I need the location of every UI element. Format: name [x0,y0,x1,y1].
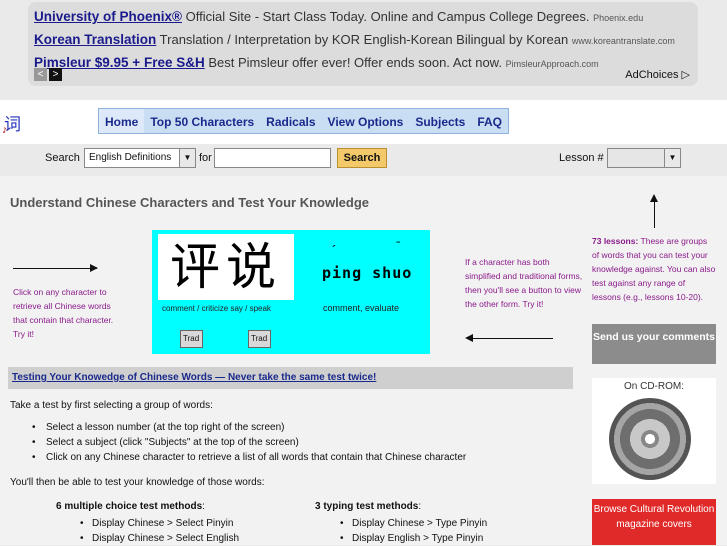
example-word-panel: 评说 ´ ˉ ping shuo comment / criticize say… [152,230,430,354]
search-input[interactable] [214,148,331,168]
ad-description: Translation / Interpretation by KOR Engl… [159,32,569,47]
adchoices-link[interactable]: AdChoices ▷ [625,68,690,81]
arrow-right-icon [13,268,97,269]
list-item: Click on any Chinese character to retrie… [30,450,466,465]
main-nav: Home Top 50 Characters Radicals View Opt… [98,108,510,134]
list-item: Display Chinese > Type Pinyin [338,516,487,531]
list-item: Display Chinese > Select Pinyin [78,516,239,531]
traditional-button-1[interactable]: Trad [180,330,203,348]
page-title: Understand Chinese Characters and Test Y… [10,195,370,210]
cdrom-box[interactable]: On CD-ROM: [592,378,716,484]
list-item: Select a subject (click "Subjects" at th… [30,435,466,450]
example-characters[interactable]: 评说 [158,234,294,300]
typing-title: 3 typing test methods [315,501,419,512]
tone-mark-rising: ´ [332,242,337,258]
list-item: Select a lesson number (at the top right… [30,420,466,435]
lessons-note: 73 lessons: These are groups of words th… [592,234,716,304]
ad-next-button[interactable]: > [49,68,62,81]
character-definitions: comment / criticize say / speak [162,304,271,313]
chevron-down-icon: ▼ [179,149,195,167]
ad-title-link[interactable]: Korean Translation [34,32,156,47]
list-item: Display Chinese > Select English [78,531,239,546]
ad-pager: < > [34,68,62,81]
arrow-left-icon [469,338,553,339]
multiple-choice-heading: 6 multiple choice test methods: [56,501,205,512]
typing-heading: 3 typing test methods: [315,501,422,512]
search-label: Search [45,152,80,164]
traditional-button-2[interactable]: Trad [248,330,271,348]
word-definition: comment, evaluate [323,303,400,313]
list-item: Display English > Type Pinyin [338,531,487,546]
arrow-right-head-icon [90,264,98,272]
example-pinyin: ping shuo [322,264,413,282]
multiple-choice-title: 6 multiple choice test methods [56,501,203,512]
nav-radicals[interactable]: Radicals [260,109,321,133]
intro-text: Take a test by first selecting a group o… [10,400,213,411]
search-type-select[interactable]: English Definitions ▼ [84,148,196,168]
nav-home[interactable]: Home [99,109,145,133]
logo-mark-icon: ♪ [2,124,8,136]
arrow-left-head-icon [465,334,473,342]
send-comments-button[interactable]: Send us your comments [592,324,716,364]
browse-covers-button[interactable]: Browse Cultural Revolution magazine cove… [592,499,716,545]
nav-subjects[interactable]: Subjects [409,109,471,133]
ad-banner: University of Phoenix® Official Site - S… [28,2,698,86]
ad-item[interactable]: Pimsleur $9.95 + Free S&H Best Pimsleur … [34,52,692,75]
chevron-down-icon: ▼ [664,149,680,167]
ad-title-link[interactable]: University of Phoenix® [34,9,182,24]
ad-item[interactable]: University of Phoenix® Official Site - S… [34,6,692,29]
ad-url: www.koreantranslate.com [571,36,675,46]
cdrom-label: On CD-ROM: [624,381,684,392]
search-bar: Search English Definitions ▼ for Search … [0,145,727,171]
tone-mark-flat: ˉ [396,238,401,254]
then-text: You'll then be able to test your knowled… [10,477,265,488]
nav-view-options[interactable]: View Options [322,109,410,133]
ad-description: Best Pimsleur offer ever! Offer ends soo… [208,55,502,70]
arrow-up-icon [654,200,655,228]
left-hint: Click on any character to retrieve all C… [13,287,114,339]
lesson-select[interactable]: ▼ [607,148,681,168]
nav-top-50-characters[interactable]: Top 50 Characters [144,109,260,133]
search-type-value: English Definitions [89,152,172,163]
ad-url: Phoenix.edu [593,13,644,23]
nav-faq[interactable]: FAQ [471,109,508,133]
lesson-label: Lesson # [559,152,604,164]
lessons-count: 73 lessons: [592,236,639,246]
cd-disc-image[interactable] [609,398,691,480]
ad-item[interactable]: Korean Translation Translation / Interpr… [34,29,692,52]
ad-prev-button[interactable]: < [34,68,47,81]
ad-description: Official Site - Start Class Today. Onlin… [185,9,590,24]
typing-list: Display Chinese > Type Pinyin Display En… [338,516,487,546]
multiple-choice-list: Display Chinese > Select Pinyin Display … [78,516,239,546]
search-button[interactable]: Search [337,148,387,168]
steps-list: Select a lesson number (at the top right… [30,420,466,465]
section-title-link[interactable]: Testing Your Knowedge of Chinese Words —… [8,367,573,389]
arrow-up-head-icon [650,194,658,202]
for-label: for [199,152,212,164]
right-hint: If a character has both simplified and t… [465,257,583,309]
ad-url: PimsleurApproach.com [505,59,599,69]
